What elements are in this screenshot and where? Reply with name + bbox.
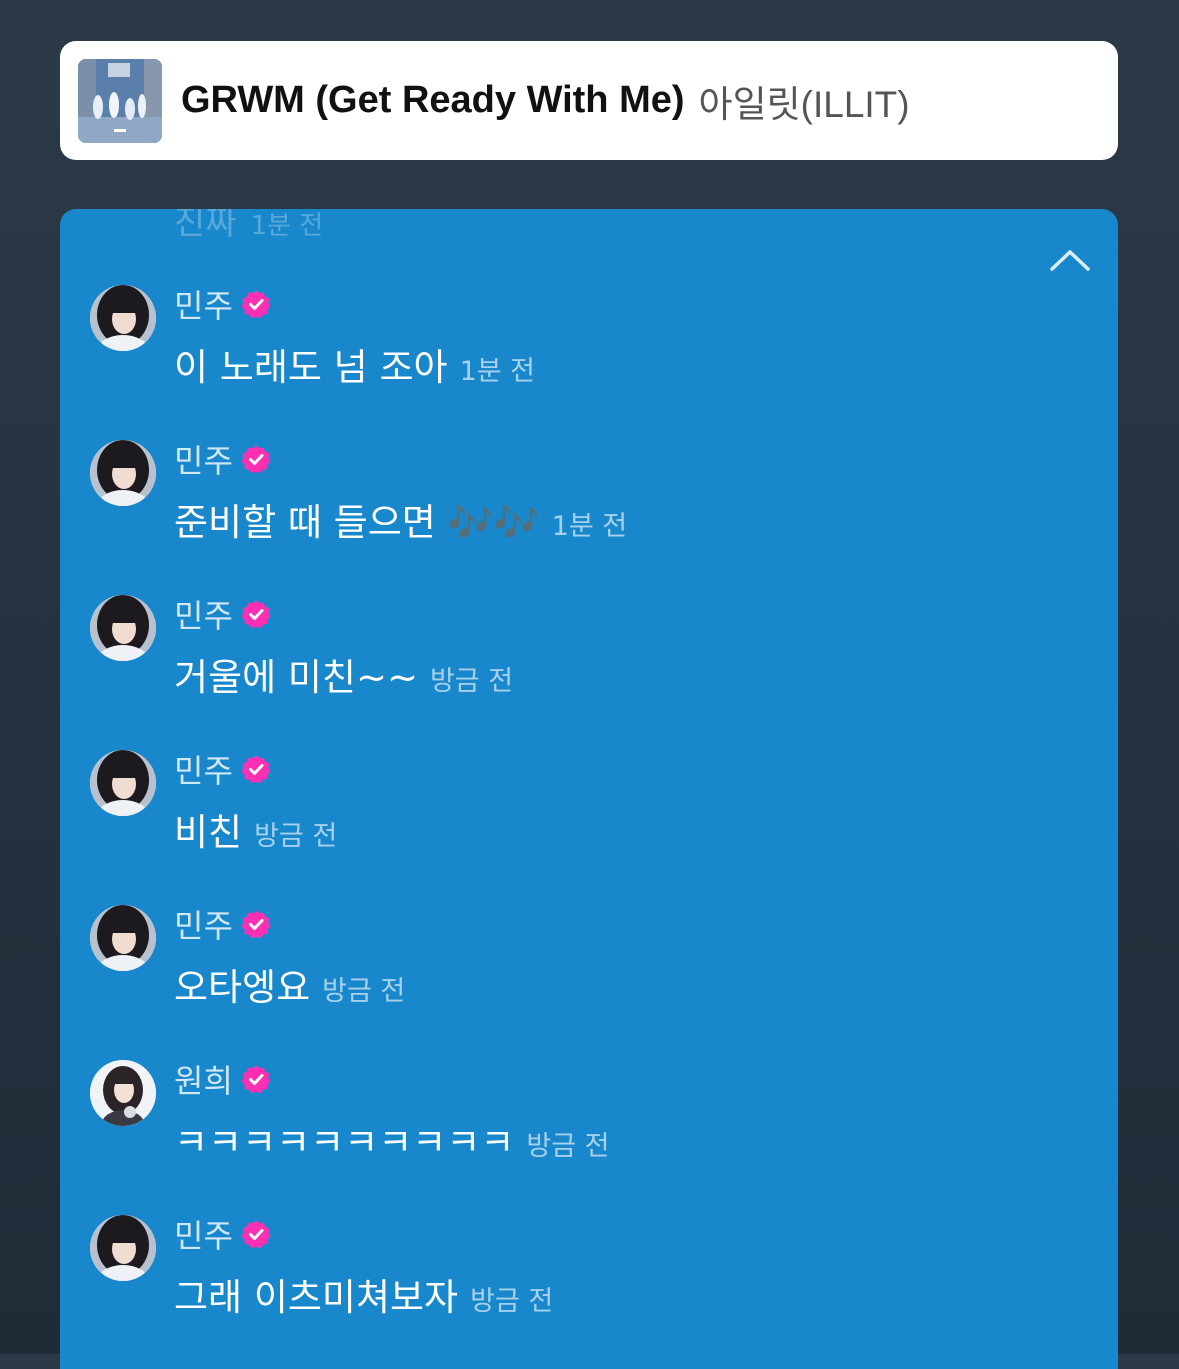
message-header: 민주: [174, 748, 271, 790]
track-title: GRWM (Get Ready With Me): [181, 79, 685, 121]
message-body: 이 노래도 넘 조아 1분 전: [174, 337, 535, 391]
message-timestamp: 방금 전: [429, 666, 514, 697]
message-body: 그래 이츠미쳐보자 방금 전: [174, 1267, 553, 1321]
message-timestamp: 방금 전: [322, 976, 406, 1007]
message-body: 오타엥요 방금 전: [174, 957, 405, 1011]
verified-badge-icon: [241, 1064, 271, 1094]
verified-badge-icon: [241, 754, 271, 784]
user-avatar[interactable]: [90, 440, 156, 506]
user-name[interactable]: 민주: [174, 746, 233, 792]
chat-message[interactable]: 민주준비할 때 들으면 🎶🎶 1분 전: [90, 440, 1090, 550]
user-name[interactable]: 민주: [174, 591, 233, 637]
message-text: 거울에 미친~~: [174, 656, 418, 699]
verified-badge-icon: [241, 444, 271, 474]
message-header: 민주: [174, 438, 271, 480]
message-header: 민주: [174, 283, 271, 325]
user-avatar[interactable]: [90, 1215, 156, 1281]
message-text: ㅋㅋㅋㅋㅋㅋㅋㅋㅋㅋ: [174, 1121, 515, 1164]
user-avatar[interactable]: [90, 1060, 156, 1126]
live-chat-panel[interactable]: 진짜 1분 전 민주 이 노래도 넘 조아 1분 전 민주 준비할 때 들으면 🎶🎶 1분…: [60, 209, 1118, 1369]
collapse-chat-button[interactable]: [1048, 245, 1092, 275]
chat-message[interactable]: 민주이 노래도 넘 조아 1분 전: [90, 285, 1090, 395]
message-timestamp: 1분 전: [459, 356, 536, 387]
user-avatar[interactable]: [90, 905, 156, 971]
message-body: ㅋㅋㅋㅋㅋㅋㅋㅋㅋㅋ 방금 전: [174, 1112, 610, 1166]
chat-message[interactable]: 민주그래 이츠미쳐보자 방금 전: [90, 1215, 1090, 1325]
message-text: 오타엥요: [174, 966, 311, 1009]
chevron-up-icon: [1050, 250, 1090, 271]
now-playing-card[interactable]: GRWM (Get Ready With Me) 아일릿(ILLIT): [60, 41, 1118, 160]
chat-message[interactable]: 민주거울에 미친~~ 방금 전: [90, 595, 1090, 705]
message-text: 그래 이츠미쳐보자: [174, 1276, 459, 1319]
message-header: 민주: [174, 593, 271, 635]
verified-badge-icon: [241, 289, 271, 319]
message-text: 준비할 때 들으면 🎶🎶: [174, 501, 540, 544]
chat-message[interactable]: 민주오타엥요 방금 전: [90, 905, 1090, 1015]
message-timestamp: 방금 전: [526, 1131, 610, 1162]
verified-badge-icon: [241, 1219, 271, 1249]
verified-badge-icon: [241, 909, 271, 939]
message-timestamp: 방금 전: [254, 821, 338, 852]
message-text: 비친: [174, 811, 243, 854]
user-name[interactable]: 민주: [174, 901, 233, 947]
message-timestamp: 1분 전: [551, 511, 628, 542]
chat-message[interactable]: 민주비친 방금 전: [90, 750, 1090, 860]
album-cover-image[interactable]: [78, 58, 162, 143]
message-text: 이 노래도 넘 조아: [174, 346, 448, 389]
verified-badge-icon: [241, 599, 271, 629]
message-header: 민주: [174, 903, 271, 945]
message-body: 준비할 때 들으면 🎶🎶 1분 전: [174, 492, 627, 546]
message-header: 원희: [174, 1058, 271, 1100]
user-avatar[interactable]: [90, 595, 156, 661]
faded-message-text: 진짜: [174, 209, 237, 243]
user-name[interactable]: 원희: [174, 1056, 233, 1102]
user-name[interactable]: 민주: [174, 281, 233, 327]
message-timestamp: 방금 전: [470, 1286, 554, 1317]
user-name[interactable]: 민주: [174, 1211, 233, 1257]
message-body: 거울에 미친~~ 방금 전: [174, 647, 513, 701]
user-name[interactable]: 민주: [174, 436, 233, 482]
faded-message-time: 1분 전: [250, 211, 324, 241]
user-avatar[interactable]: [90, 750, 156, 816]
message-body: 비친 방금 전: [174, 802, 337, 856]
chat-message[interactable]: 원희 ㅋㅋㅋㅋㅋㅋㅋㅋㅋㅋ 방금 전: [90, 1060, 1090, 1170]
message-header: 민주: [174, 1213, 271, 1255]
user-avatar[interactable]: [90, 285, 156, 351]
faded-chat-message: 진짜 1분 전: [174, 209, 323, 244]
track-artist[interactable]: 아일릿(ILLIT): [699, 74, 910, 128]
